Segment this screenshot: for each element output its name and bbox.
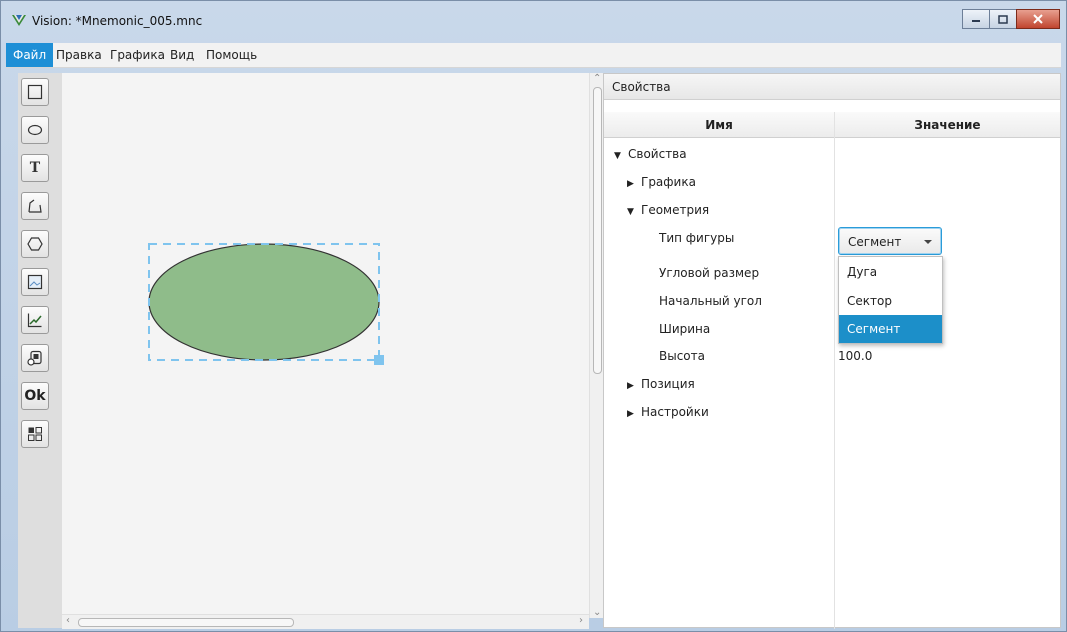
column-header-name[interactable]: Имя	[604, 112, 834, 138]
tree-item-height[interactable]: Высота	[659, 346, 705, 366]
maximize-icon	[998, 14, 1008, 24]
vertical-scroll-thumb[interactable]	[593, 87, 602, 374]
menu-bar: Файл Правка Графика Вид Помощь	[6, 43, 1061, 68]
collapsed-triangle-icon[interactable]: ▶	[627, 404, 641, 424]
grid-icon	[28, 427, 42, 441]
app-window: Vision: *Mnemonic_005.mnc Файл Правка Гр…	[0, 0, 1067, 632]
properties-panel-title: Свойства	[604, 74, 1060, 100]
canvas-horizontal-scrollbar[interactable]: ‹ ›	[62, 614, 589, 629]
window-title: Vision: *Mnemonic_005.mnc	[32, 14, 203, 28]
button-tool[interactable]: Ok	[21, 382, 49, 410]
scroll-down-icon[interactable]: ⌄	[593, 607, 601, 618]
properties-panel: Свойства Имя Значение ▼ Свойства ▶ Графика…	[603, 73, 1061, 629]
minimize-button[interactable]	[962, 9, 990, 29]
tree-item-graphics[interactable]: ▶ Графика	[627, 172, 696, 192]
shape-type-dropdown: Дуга Сектор Сегмент	[838, 256, 943, 344]
menu-edit[interactable]: Правка	[49, 43, 109, 67]
tree-item-position[interactable]: ▶ Позиция	[627, 374, 695, 394]
chart-tool[interactable]	[21, 306, 49, 334]
menu-file[interactable]: Файл	[6, 43, 54, 67]
window-controls	[962, 9, 1060, 29]
group-tool[interactable]	[21, 420, 49, 448]
tree-item-properties[interactable]: ▼ Свойства	[614, 144, 687, 164]
scroll-up-icon[interactable]: ⌃	[593, 73, 601, 84]
hexagon-icon	[27, 237, 43, 251]
scroll-right-icon[interactable]: ›	[579, 615, 583, 626]
indicator-tool[interactable]	[21, 344, 49, 372]
height-value[interactable]: 100.0	[838, 346, 872, 366]
collapsed-triangle-icon[interactable]: ▶	[627, 376, 641, 396]
rectangle-tool[interactable]	[21, 78, 49, 106]
text-tool[interactable]: T	[21, 154, 49, 182]
tree-item-shape-type[interactable]: Тип фигуры	[659, 228, 734, 248]
image-icon	[27, 274, 43, 290]
maximize-button[interactable]	[989, 9, 1017, 29]
rectangle-icon	[27, 84, 43, 100]
tree-item-width[interactable]: Ширина	[659, 319, 710, 339]
tree-item-geometry[interactable]: ▼ Геометрия	[627, 200, 709, 220]
expanded-triangle-icon[interactable]: ▼	[614, 146, 628, 166]
option-segment[interactable]: Сегмент	[839, 315, 942, 343]
ellipse-tool[interactable]	[21, 116, 49, 144]
tools-palette: T Ok	[18, 73, 62, 628]
ok-button-icon: Ok	[24, 388, 46, 404]
column-header-value[interactable]: Значение	[834, 112, 1060, 138]
close-button[interactable]	[1016, 9, 1060, 29]
ellipse-shape[interactable]	[148, 243, 380, 361]
ellipse-icon	[27, 124, 43, 136]
option-sector[interactable]: Сектор	[839, 287, 942, 315]
tree-item-settings[interactable]: ▶ Настройки	[627, 402, 709, 422]
scroll-left-icon[interactable]: ‹	[66, 615, 70, 626]
menu-view[interactable]: Вид	[163, 43, 201, 67]
resize-handle[interactable]	[374, 355, 384, 365]
image-tool[interactable]	[21, 268, 49, 296]
text-icon: T	[29, 160, 41, 176]
drawing-canvas[interactable]	[62, 73, 589, 618]
combobox-value: Сегмент	[848, 235, 902, 249]
minimize-icon	[972, 20, 980, 22]
shape-type-combobox[interactable]: Сегмент	[838, 227, 942, 255]
polyline-icon	[28, 199, 42, 213]
indicator-icon	[27, 350, 42, 366]
option-arc[interactable]: Дуга	[839, 258, 942, 286]
column-divider	[834, 112, 835, 629]
polygon-tool[interactable]	[21, 230, 49, 258]
collapsed-triangle-icon[interactable]: ▶	[627, 174, 641, 194]
canvas-drawing	[148, 243, 384, 365]
close-icon	[1033, 14, 1043, 24]
polyline-tool[interactable]	[21, 192, 49, 220]
tree-item-angular-size[interactable]: Угловой размер	[659, 263, 759, 283]
canvas-vertical-scrollbar[interactable]: ⌃ ⌄	[589, 73, 604, 618]
chevron-down-icon	[924, 240, 932, 244]
expanded-triangle-icon[interactable]: ▼	[627, 202, 641, 222]
menu-help[interactable]: Помощь	[199, 43, 264, 67]
horizontal-scroll-thumb[interactable]	[78, 618, 294, 627]
menu-graphics[interactable]: Графика	[103, 43, 172, 67]
app-logo-icon	[12, 15, 26, 26]
title-bar: Vision: *Mnemonic_005.mnc	[1, 1, 1066, 41]
chart-icon	[27, 313, 42, 328]
tree-item-start-angle[interactable]: Начальный угол	[659, 291, 762, 311]
